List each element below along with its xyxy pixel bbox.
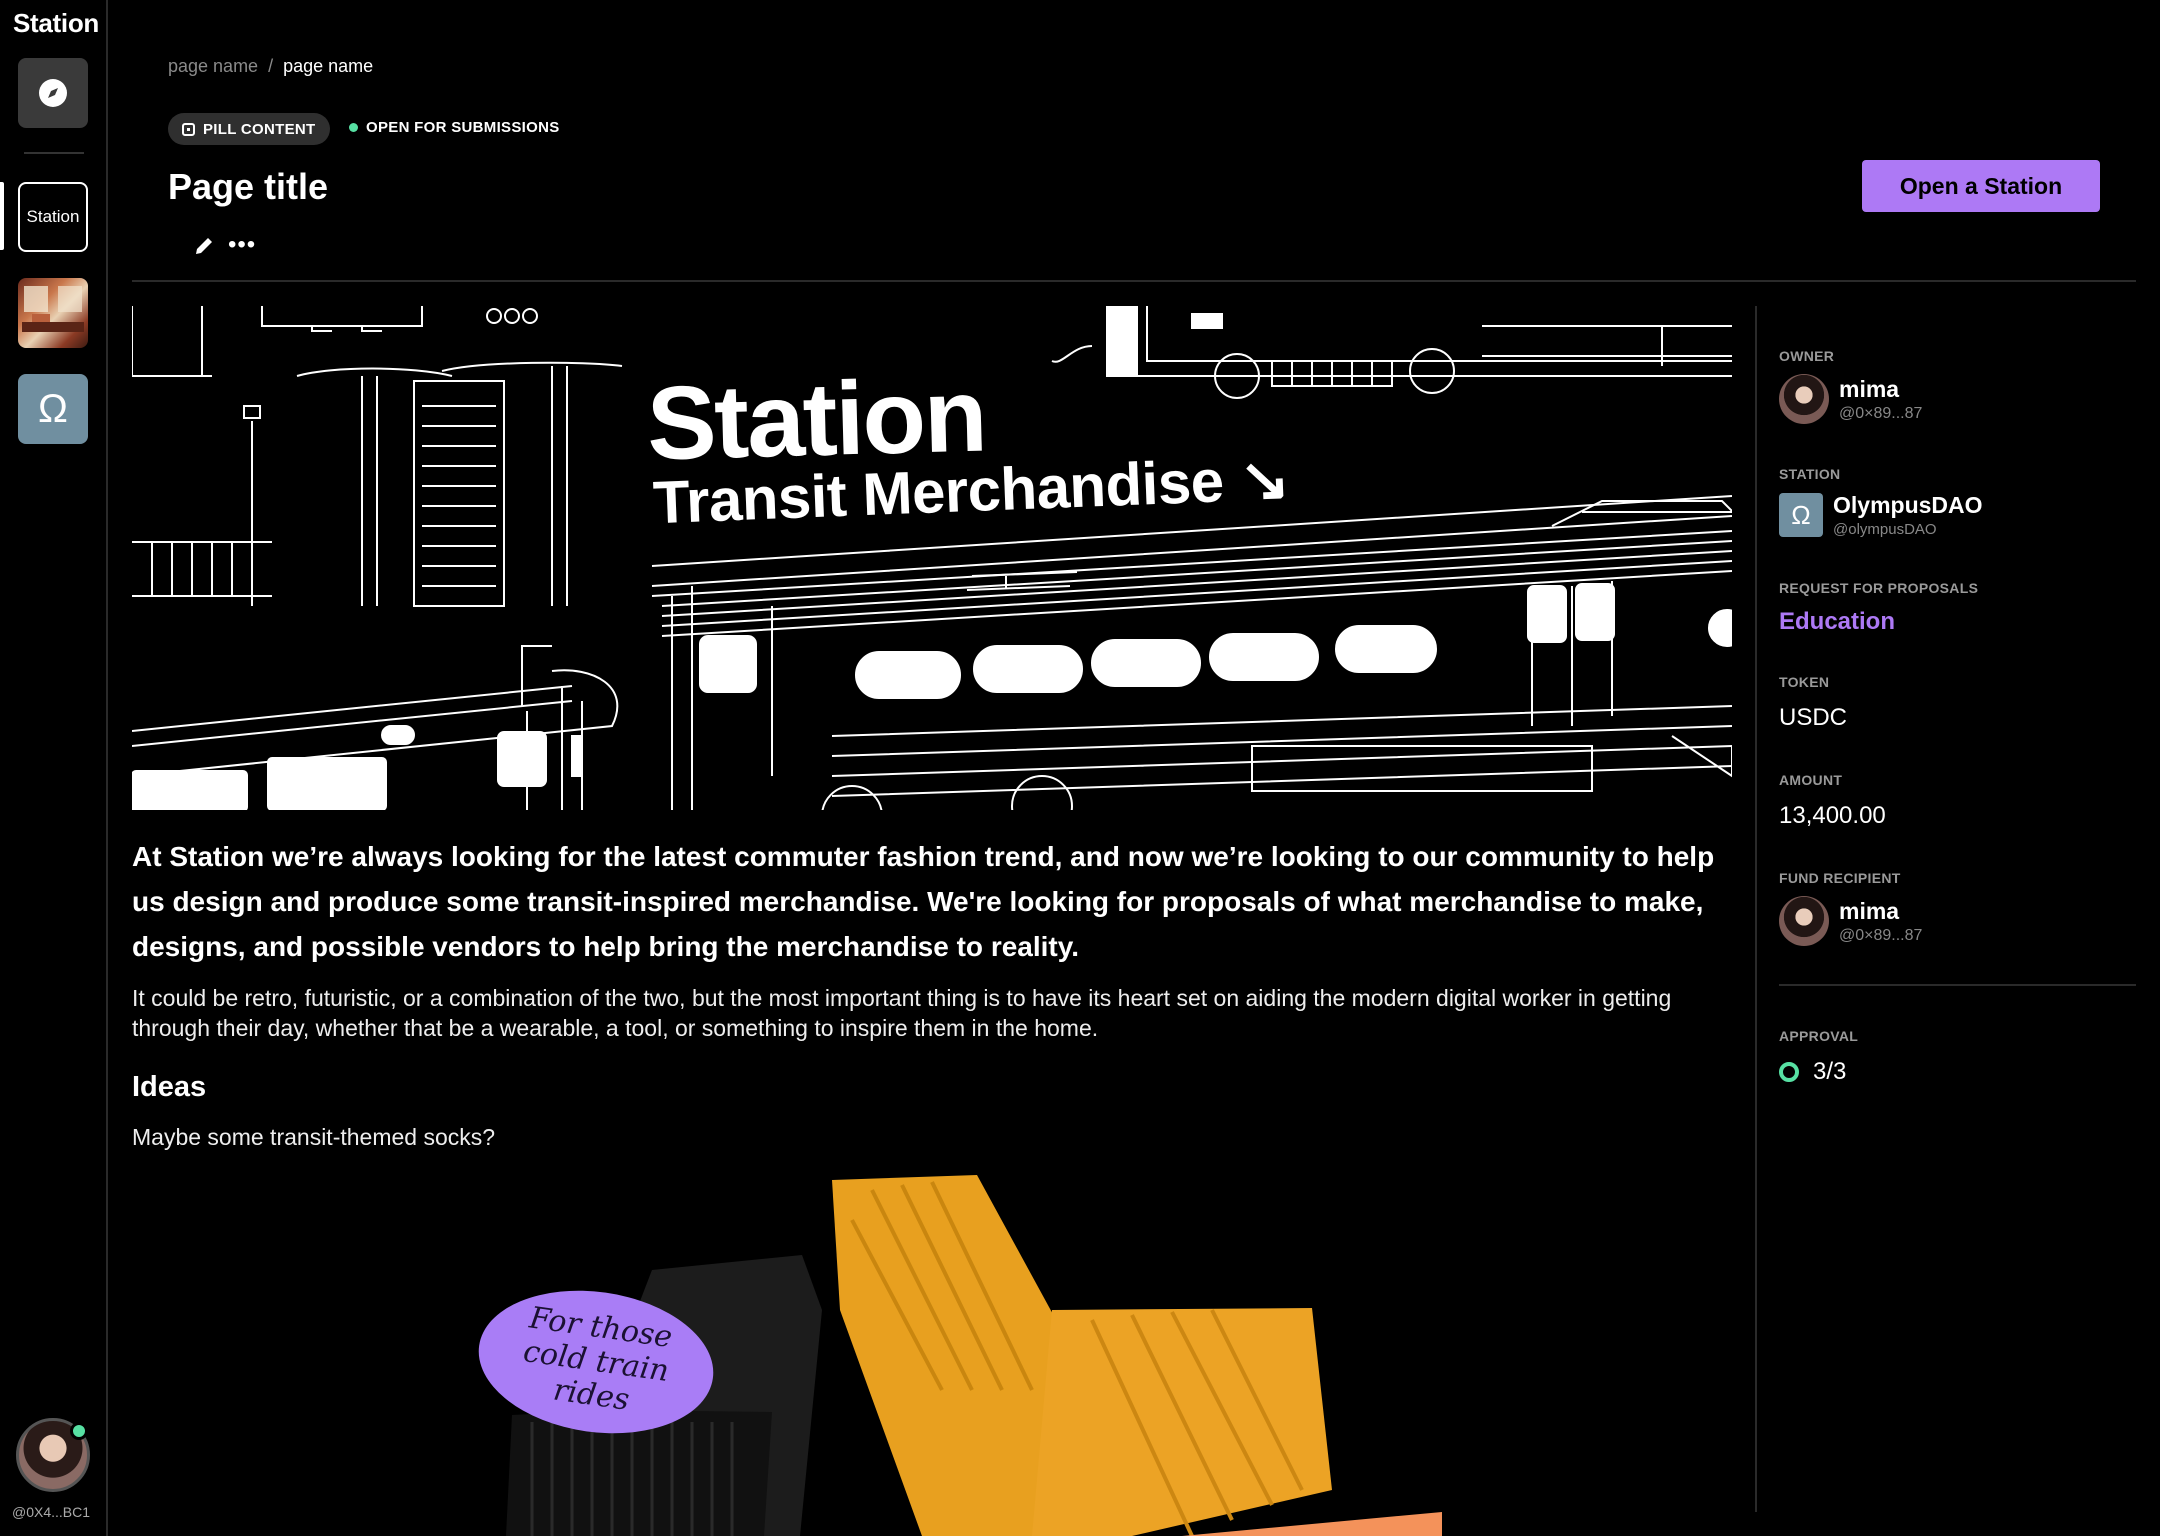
fund-recipient-avatar — [1779, 896, 1829, 946]
sidebar-divider — [24, 152, 84, 154]
breadcrumb-current: page name — [283, 56, 374, 76]
breadcrumb-parent[interactable]: page name — [168, 56, 258, 77]
owner-label: OWNER — [1779, 348, 1835, 364]
sidebar-item-station[interactable]: Station — [18, 182, 88, 252]
panel-divider — [1755, 306, 1757, 1512]
station-name: OlympusDAO — [1833, 492, 1983, 518]
sidebar-item-olympus[interactable]: Ω — [18, 374, 88, 444]
owner-handle: @0×89...87 — [1839, 404, 1923, 422]
interior-thumbnail-icon — [22, 286, 84, 332]
station-label: STATION — [1779, 466, 1841, 482]
status-label: OPEN FOR SUBMISSIONS — [366, 119, 560, 136]
online-status-dot — [70, 1422, 88, 1440]
token-value: USDC — [1779, 704, 1848, 731]
open-station-button[interactable]: Open a Station — [1862, 160, 2100, 212]
panel-rule — [1779, 984, 2136, 986]
lead-paragraph: At Station we’re always looking for the … — [132, 841, 1715, 962]
rfp-label: REQUEST FOR PROPOSALS — [1779, 580, 1979, 596]
explore-button[interactable] — [18, 58, 88, 128]
station-handle: @olympusDAO — [1833, 521, 1937, 538]
owner-avatar — [1779, 374, 1829, 424]
amount-label: AMOUNT — [1779, 772, 1843, 788]
brand-logo[interactable]: Station — [13, 8, 99, 39]
pencil-icon[interactable] — [192, 234, 216, 258]
body-paragraph: It could be retro, futuristic, or a comb… — [132, 985, 1672, 1041]
app: Station Station Ω @0X4...BC1 page name /… — [0, 0, 2160, 1536]
approval-ring-icon — [1779, 1062, 1799, 1082]
approval-value: 3/3 — [1813, 1058, 1847, 1085]
header-divider — [132, 280, 2136, 282]
status-badge: OPEN FOR SUBMISSIONS — [349, 119, 560, 136]
socks-illustration — [506, 1175, 1442, 1536]
sidebar: Station Station Ω @0X4...BC1 — [0, 0, 108, 1536]
fund-recipient-info[interactable]: mima @0×89...87 — [1779, 896, 2139, 946]
fund-recipient-label: FUND RECIPIENT — [1779, 870, 1901, 886]
ideas-paragraph: Maybe some transit-themed socks? — [132, 1124, 496, 1150]
breadcrumb: page name / page name — [168, 56, 373, 77]
socks-image — [132, 1160, 1732, 1536]
status-dot — [349, 123, 358, 132]
more-options-icon[interactable]: ••• — [228, 233, 256, 257]
owner-info[interactable]: mima @0×89...87 — [1779, 374, 2139, 424]
pill-icon — [182, 122, 195, 136]
fund-recipient-name: mima — [1839, 897, 1900, 924]
compass-icon — [39, 79, 67, 107]
approval-label: APPROVAL — [1779, 1028, 1859, 1044]
omega-icon: Ω — [1779, 493, 1823, 537]
station-info[interactable]: Ω OlympusDAO @olympusDAO — [1779, 492, 2139, 538]
details-panel: OWNER mima @0×89...87 STATION Ω OlympusD… — [1779, 348, 2139, 1086]
user-handle: @0X4...BC1 — [12, 1504, 91, 1520]
ideas-heading: Ideas — [132, 1071, 207, 1103]
page-title: Page title — [168, 166, 329, 207]
token-label: TOKEN — [1779, 674, 1830, 690]
pill-label: PILL CONTENT — [203, 120, 316, 138]
amount-value: 13,400.00 — [1779, 802, 1886, 829]
fund-recipient-handle: @0×89...87 — [1839, 926, 1923, 944]
rfp-link[interactable]: Education — [1779, 608, 2139, 636]
omega-icon: Ω — [38, 386, 68, 431]
approval-status: 3/3 — [1779, 1058, 2139, 1086]
pill-tag: PILL CONTENT — [168, 113, 330, 145]
breadcrumb-separator: / — [268, 56, 274, 76]
sidebar-item-interior[interactable] — [18, 278, 88, 348]
owner-name: mima — [1839, 375, 1900, 402]
active-indicator — [0, 182, 4, 250]
hero-banner: Station Transit Merchandise ↘ — [132, 306, 1732, 810]
